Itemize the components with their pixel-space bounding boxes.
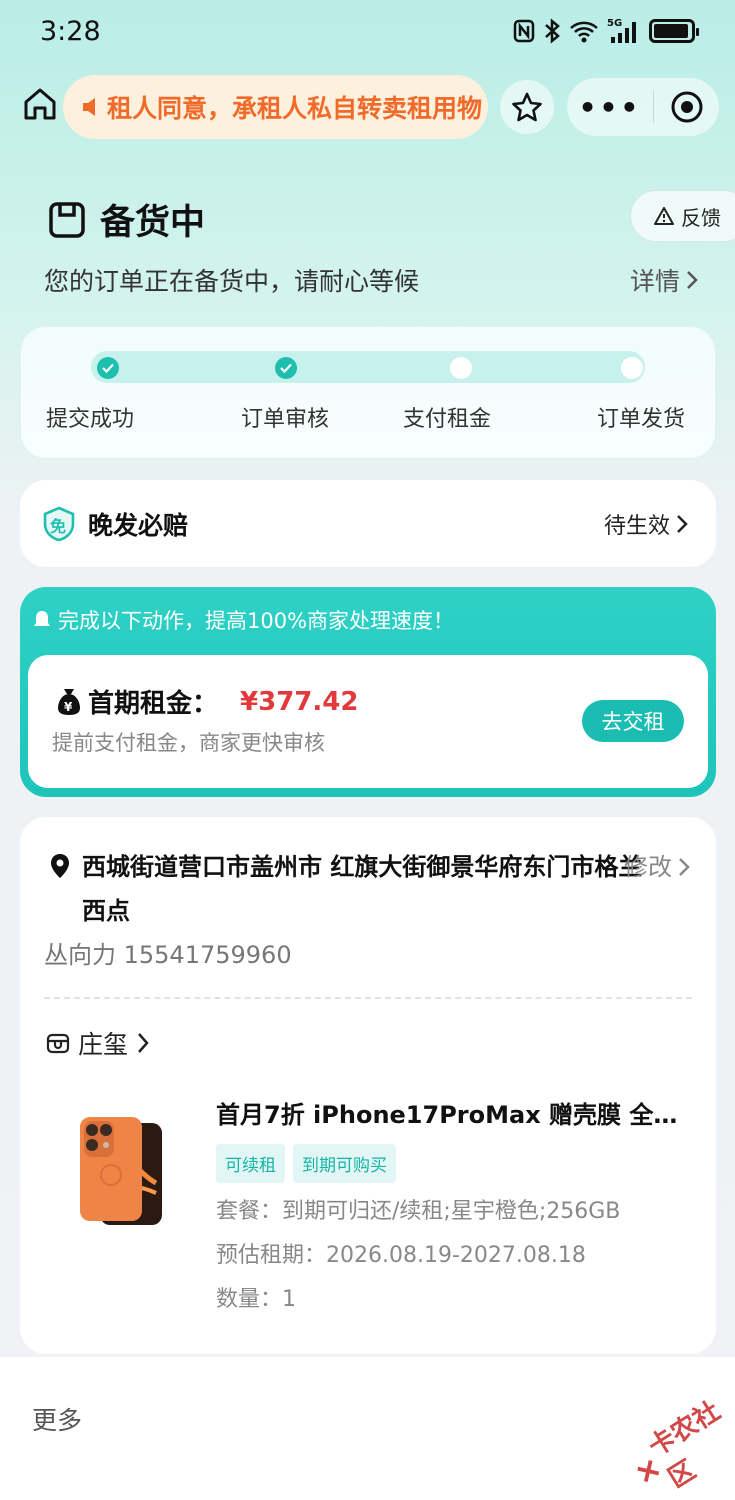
svg-text:5G: 5G — [607, 18, 622, 29]
order-status-header: 备货中 — [48, 194, 205, 245]
package-icon — [49, 201, 85, 238]
guarantee-title: 晚发必赔 — [88, 510, 189, 540]
detail-link[interactable]: 详情 — [630, 262, 698, 298]
product-tags: 可续租 到期可购买 — [216, 1144, 696, 1183]
promo-subtext: 提前支付租金，商家更快审核 — [52, 731, 325, 755]
nfc-icon — [513, 19, 535, 43]
product-title[interactable]: 首月7折 iPhone17ProMax 赠壳膜 全新国行 — [216, 1095, 692, 1130]
address-row[interactable]: 西城街道营口市盖州市 红旗大街御景华府东门市格兰西点 修改 — [46, 845, 690, 933]
step-label: 订单审核 — [241, 407, 330, 432]
address-text: 西城街道营口市盖州市 红旗大街御景华府东门市格兰西点 — [82, 853, 643, 925]
shop-name: 庄玺 — [78, 1030, 129, 1059]
check-icon — [280, 363, 292, 373]
bluetooth-icon — [545, 18, 560, 44]
store-icon — [46, 1033, 70, 1054]
shop-link[interactable]: 庄玺 — [46, 1025, 150, 1061]
first-rent-row: ¥ 首期租金： ¥377.42 — [56, 683, 358, 720]
battery-icon — [649, 19, 699, 43]
tag-renewable: 可续租 — [216, 1144, 285, 1183]
chevron-right-icon — [677, 515, 688, 533]
step-dot-payment — [450, 357, 472, 379]
money-bag-icon: ¥ — [58, 688, 80, 715]
edit-address-button[interactable]: 修改 — [624, 845, 690, 889]
more-menu-button[interactable]: ••• — [567, 91, 653, 124]
wifi-icon — [570, 21, 598, 43]
bell-icon — [34, 611, 50, 626]
step-dot-shipping — [621, 357, 643, 379]
product-quantity: 数量：1 — [216, 1287, 296, 1312]
home-icon — [24, 88, 56, 120]
close-program-button[interactable] — [654, 90, 719, 124]
tag-buyout: 到期可购买 — [293, 1144, 396, 1183]
progress-track — [91, 351, 645, 383]
product-package: 套餐：到期可归还/续租;星宇橙色;256GB — [216, 1199, 621, 1224]
chevron-right-icon — [679, 858, 690, 876]
step-dot-submitted — [97, 357, 119, 379]
more-button[interactable]: 更多 — [32, 1401, 82, 1437]
feedback-label: 反馈 — [681, 205, 721, 230]
shield-icon: 免 — [42, 506, 76, 542]
warning-icon — [654, 207, 674, 225]
step-label: 订单发货 — [597, 407, 686, 432]
check-icon — [102, 363, 114, 373]
svg-text:¥: ¥ — [64, 700, 73, 714]
guarantee-card[interactable]: 免 晚发必赔 待生效 — [20, 480, 716, 567]
first-rent-amount: ¥377.42 — [240, 686, 359, 717]
page-title: 备货中 — [100, 203, 206, 243]
promo-headline: 完成以下动作，提高100%商家处理速度！ — [32, 605, 454, 635]
speaker-icon — [83, 98, 95, 116]
edit-address-label: 修改 — [624, 853, 672, 881]
target-icon — [671, 91, 702, 123]
status-description: 您的订单正在备货中，请耐心等候 — [44, 267, 420, 296]
step-dot-review — [275, 357, 297, 379]
first-rent-label: 首期租金： — [88, 689, 219, 719]
step-label: 支付租金 — [403, 407, 492, 432]
promo-card: 完成以下动作，提高100%商家处理速度！ ¥ 首期租金： ¥377.42 提前支… — [20, 587, 716, 797]
star-icon — [512, 92, 542, 122]
signal-icon: 5G — [607, 18, 636, 43]
step-label: 提交成功 — [46, 407, 135, 432]
product-image[interactable] — [60, 1103, 170, 1233]
nav-bar: 租人同意，承租人私自转卖租用物 ••• — [0, 72, 735, 142]
guarantee-status: 待生效 — [604, 508, 688, 540]
shield-label: 免 — [50, 516, 67, 536]
notice-text: 租人同意，承租人私自转卖租用物 — [107, 94, 483, 123]
promo-headline-text: 完成以下动作，提高100%商家处理速度！ — [58, 609, 455, 633]
bottom-bar: 更多 — [0, 1357, 735, 1500]
chevron-right-icon — [687, 271, 698, 289]
favorite-button[interactable] — [500, 80, 554, 134]
status-bar: 3:28 5G — [0, 0, 735, 62]
dashed-divider — [44, 997, 692, 999]
location-pin-icon — [51, 854, 69, 878]
home-button[interactable] — [20, 84, 60, 124]
rental-period: 预估租期：2026.08.19-2027.08.18 — [216, 1243, 586, 1268]
contact-info: 丛向力 15541759960 — [44, 941, 292, 969]
progress-card: 提交成功 订单审核 支付租金 订单发货 — [20, 326, 716, 459]
status-icons: 5G — [513, 17, 699, 45]
status-time: 3:28 — [40, 15, 101, 47]
feedback-button[interactable]: 反馈 — [630, 190, 735, 242]
pay-rent-button[interactable]: 去交租 — [582, 700, 684, 742]
product-info: 首月7折 iPhone17ProMax 赠壳膜 全新国行 可续租 到期可购买 套… — [216, 1095, 696, 1315]
notice-banner[interactable]: 租人同意，承租人私自转卖租用物 — [63, 75, 488, 139]
detail-label: 详情 — [630, 267, 681, 296]
rent-payment-panel: ¥ 首期租金： ¥377.42 提前支付租金，商家更快审核 去交租 — [28, 655, 708, 788]
chevron-right-icon — [138, 1033, 149, 1053]
mini-program-capsule: ••• — [567, 78, 719, 136]
guarantee-status-label: 待生效 — [603, 514, 670, 539]
order-card: 西城街道营口市盖州市 红旗大街御景华府东门市格兰西点 修改 丛向力 155417… — [20, 817, 716, 1354]
